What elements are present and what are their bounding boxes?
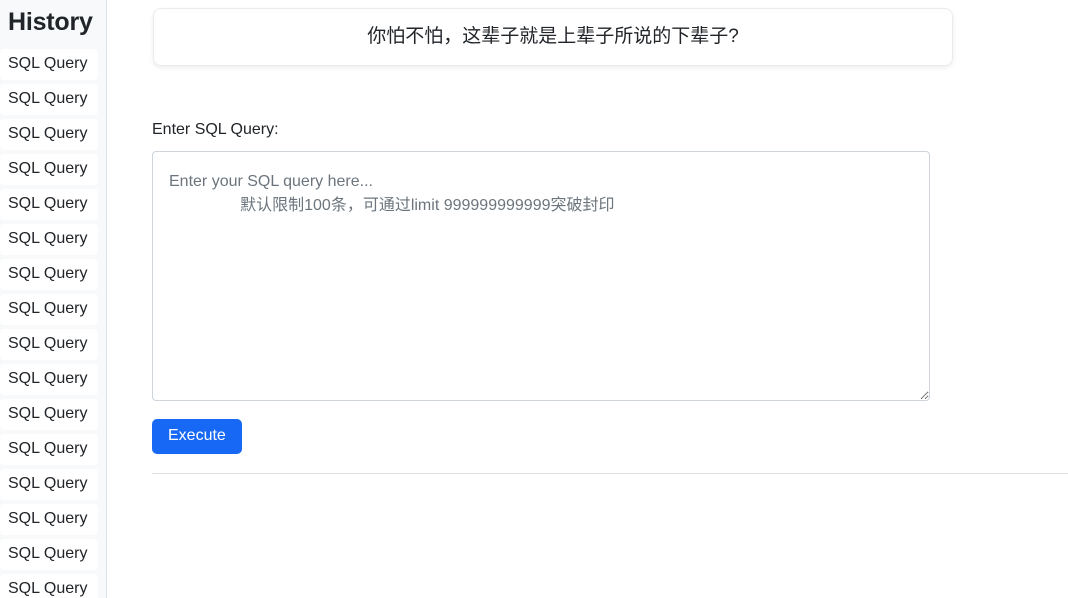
sql-query-label: Enter SQL Query:	[152, 121, 279, 138]
list-item[interactable]: SQL Query	[0, 399, 98, 430]
list-item[interactable]: SQL Query	[0, 259, 98, 290]
list-item[interactable]: SQL Query	[0, 49, 98, 80]
list-item[interactable]: SQL Query	[0, 84, 98, 115]
list-item[interactable]: SQL Query	[0, 539, 98, 570]
sidebar-title: History	[8, 8, 93, 36]
list-item[interactable]: SQL Query	[0, 574, 98, 598]
list-item[interactable]: SQL Query	[0, 329, 98, 360]
notice-banner: 你怕不怕，这辈子就是上辈子所说的下辈子?	[153, 8, 953, 66]
notice-banner-text: 你怕不怕，这辈子就是上辈子所说的下辈子?	[367, 25, 739, 47]
list-item[interactable]: SQL Query	[0, 504, 98, 535]
section-divider	[152, 473, 1068, 474]
execute-button[interactable]: Execute	[152, 419, 242, 454]
list-item[interactable]: SQL Query	[0, 119, 98, 150]
list-item[interactable]: SQL Query	[0, 364, 98, 395]
app-root: History SQL Query SQL Query SQL Query SQ…	[0, 0, 1068, 598]
list-item[interactable]: SQL Query	[0, 434, 98, 465]
list-item[interactable]: SQL Query	[0, 294, 98, 325]
query-results-area	[152, 482, 1068, 598]
sql-query-input[interactable]	[152, 151, 930, 401]
history-sidebar: History SQL Query SQL Query SQL Query SQ…	[0, 0, 107, 598]
main-content: 你怕不怕，这辈子就是上辈子所说的下辈子? Enter SQL Query: Ex…	[107, 0, 1068, 598]
list-item[interactable]: SQL Query	[0, 189, 98, 220]
list-item[interactable]: SQL Query	[0, 154, 98, 185]
history-list: SQL Query SQL Query SQL Query SQL Query …	[0, 49, 106, 598]
list-item[interactable]: SQL Query	[0, 469, 98, 500]
list-item[interactable]: SQL Query	[0, 224, 98, 255]
